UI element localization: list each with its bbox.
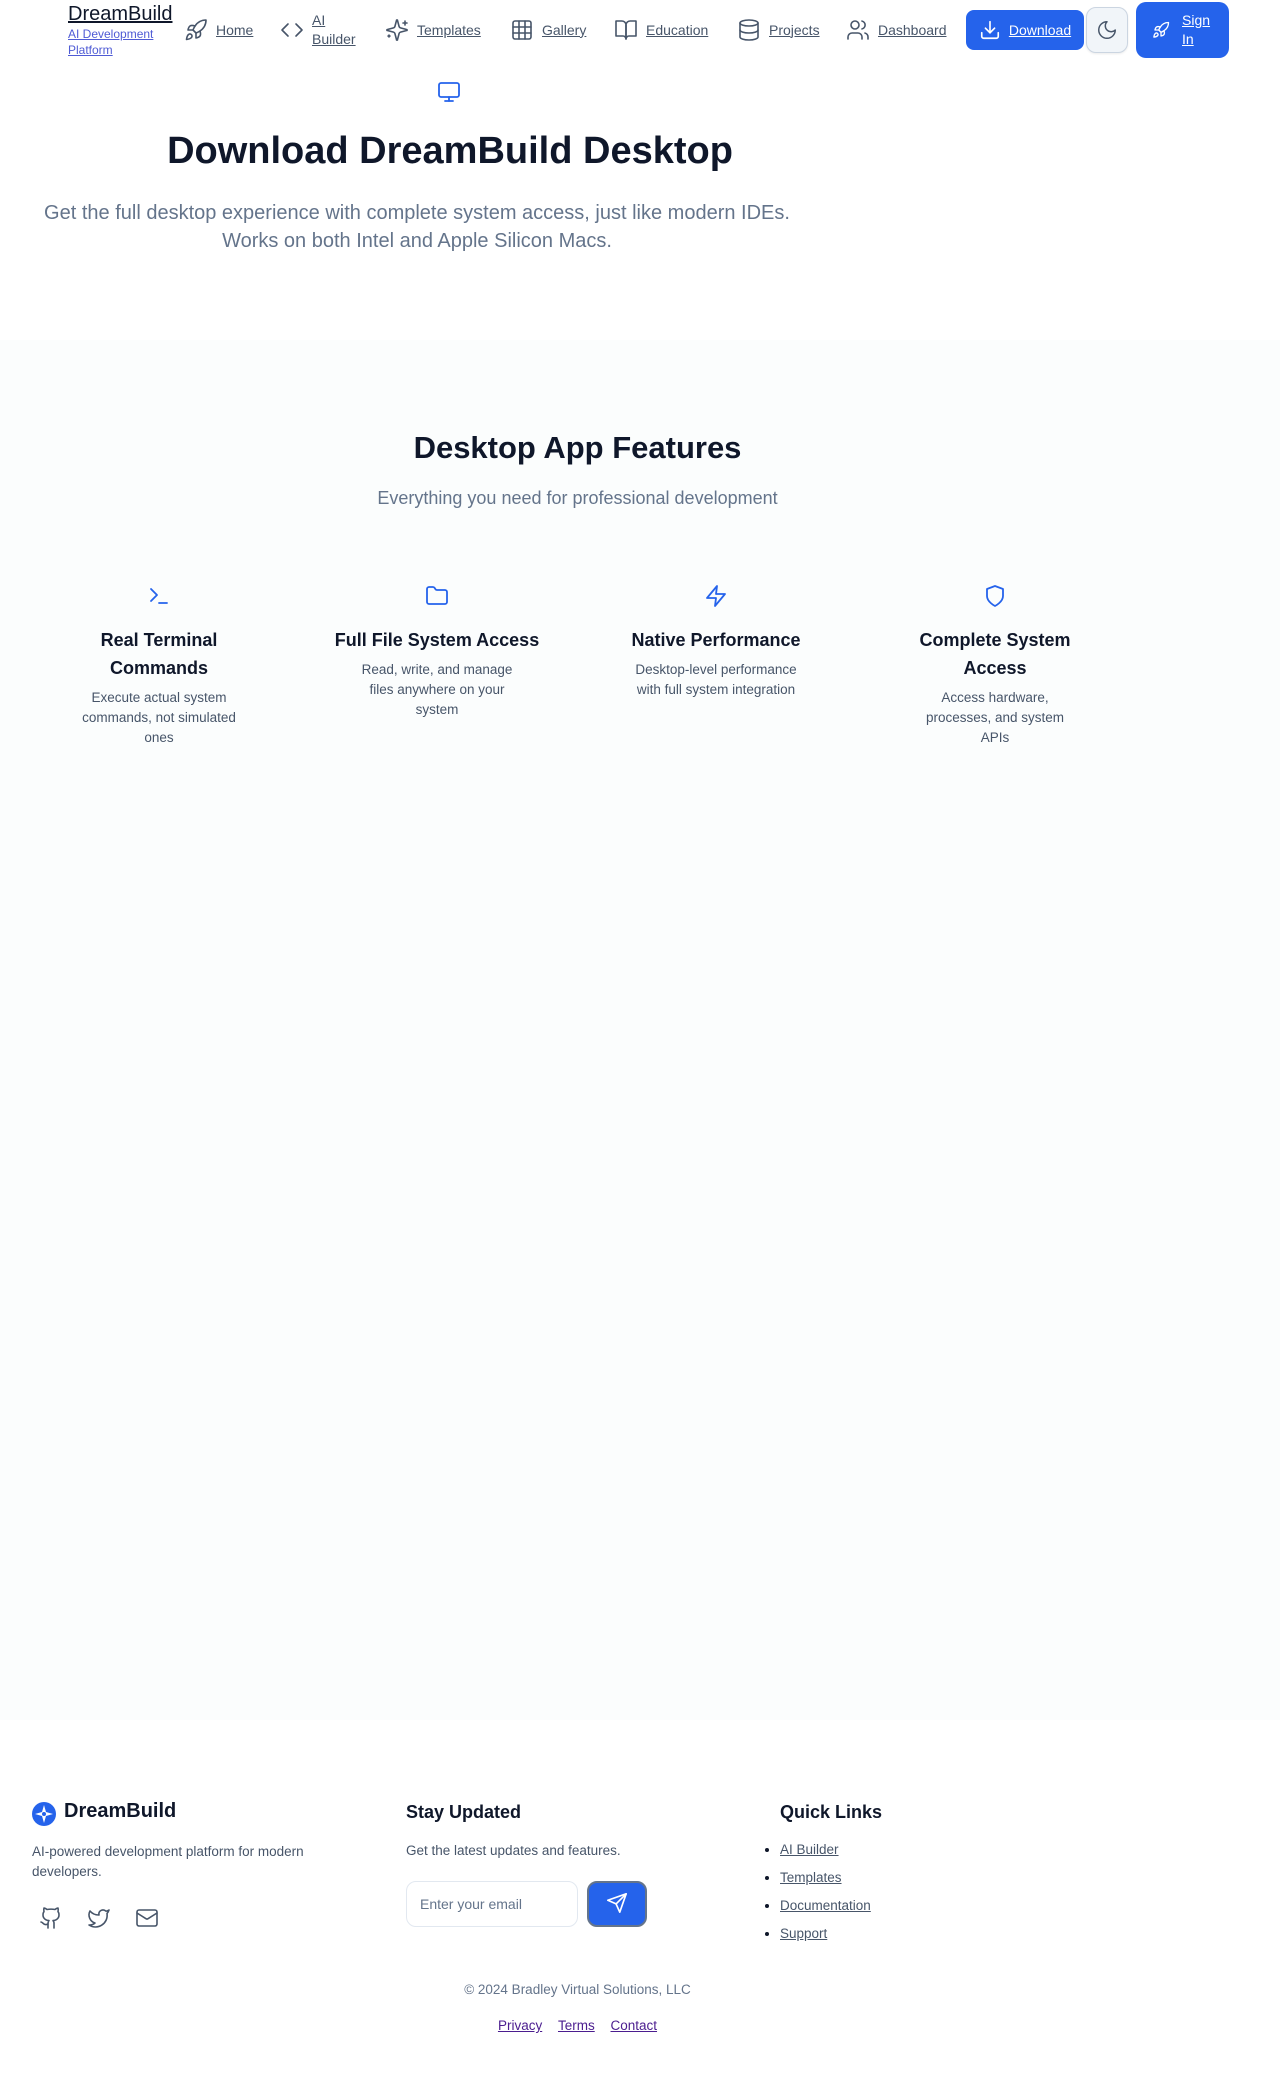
feature-card-filesystem: Full File System Access Read, write, and… [317,584,557,720]
features-title: Desktop App Features [413,430,742,465]
features-section [0,340,1280,1720]
feature-card-terminal: Real Terminal Commands Execute actual sy… [39,584,279,748]
newsletter-submit-button[interactable] [587,1881,647,1927]
sign-in-button[interactable]: Sign In [1136,2,1229,58]
feature-desc: Access hardware, processes, and system A… [925,690,1065,745]
terms-link[interactable]: Terms [558,2018,595,2033]
brand-link[interactable]: DreamBuild AI Development Platform [68,2,178,58]
download-icon [979,19,1001,41]
feature-desc: Read, write, and manage files anywhere o… [361,662,513,717]
legal-links: Privacy Terms Contact [0,2018,1155,2033]
shield-icon [983,584,1007,608]
list-item: AI Builder [780,1840,871,1860]
nav-education[interactable]: Education [614,0,708,60]
feature-title: Native Performance [631,630,801,650]
quick-link-support[interactable]: Support [780,1926,827,1941]
feature-desc: Desktop-level performance with full syst… [635,662,797,697]
nav-dashboard-label: Dashboard [878,21,947,38]
nav-education-label: Education [646,21,709,38]
newsletter-email-input[interactable] [406,1881,578,1927]
list-item: Templates [780,1868,871,1888]
brand-tagline[interactable]: AI Development Platform [68,26,178,58]
brand-name[interactable]: DreamBuild [68,2,178,26]
footer-brand: DreamBuild [64,1800,177,1822]
code-icon [280,18,304,42]
copyright-text: © 2024 Bradley Virtual Solutions, LLC [464,1982,691,1997]
theme-toggle-button[interactable] [1086,7,1128,53]
quick-links-title: Quick Links [780,1802,883,1822]
github-link[interactable] [39,1906,63,1930]
email-link[interactable] [135,1906,159,1930]
monitor-icon [437,80,461,104]
privacy-link[interactable]: Privacy [498,2018,542,2033]
terminal-icon [147,584,171,608]
nav-ai-builder-label: AI Builder [312,12,356,47]
feature-card-performance: Native Performance Desktop-level perform… [596,584,836,700]
folder-icon [425,584,449,608]
rocket-icon [184,18,208,42]
database-icon [737,18,761,42]
send-icon [606,1892,628,1917]
zap-icon [704,584,728,608]
nav-templates[interactable]: Templates [385,0,481,60]
stay-updated-desc: Get the latest updates and features. [406,1843,621,1858]
twitter-link[interactable] [87,1906,111,1930]
github-icon [39,1907,63,1934]
download-button[interactable]: Download [966,10,1084,50]
stay-updated-title: Stay Updated [406,1802,522,1822]
nav-templates-label: Templates [417,21,481,38]
users-icon [846,18,870,42]
feature-title: Full File System Access [334,630,540,650]
sparkle-logo-icon [31,1801,57,1827]
book-icon [614,18,638,42]
mail-icon [135,1909,159,1934]
nav-gallery[interactable]: Gallery [510,0,586,60]
rocket-icon [1152,21,1170,39]
quick-link-documentation[interactable]: Documentation [780,1898,871,1913]
nav-projects[interactable]: Projects [737,0,820,60]
top-navbar: DreamBuild AI Development Platform Home … [0,0,1280,60]
nav-ai-builder[interactable]: AI Builder [280,0,358,60]
nav-home-label: Home [216,21,254,38]
nav-gallery-label: Gallery [542,21,587,38]
contact-link[interactable]: Contact [611,2018,658,2033]
sparkles-icon [385,18,409,42]
nav-projects-label: Projects [769,21,820,38]
hero-subtitle: Get the full desktop experience with com… [44,202,790,252]
twitter-icon [87,1909,111,1934]
quick-links-list: AI Builder Templates Documentation Suppo… [780,1840,871,1952]
quick-link-templates[interactable]: Templates [780,1870,842,1885]
download-button-label: Download [1008,22,1072,38]
page-title: Download DreamBuild Desktop [167,130,733,172]
feature-card-system-access: Complete System Access Access hardware, … [875,584,1115,748]
features-subtitle: Everything you need for professional dev… [377,488,778,508]
list-item: Support [780,1924,871,1944]
nav-dashboard[interactable]: Dashboard [846,0,947,60]
footer-description: AI-powered development platform for mode… [32,1844,304,1879]
feature-title: Complete System Access [919,630,1071,678]
nav-home[interactable]: Home [184,0,253,60]
feature-desc: Execute actual system commands, not simu… [82,690,236,745]
quick-link-ai-builder[interactable]: AI Builder [780,1842,839,1857]
list-item: Documentation [780,1896,871,1916]
feature-title: Real Terminal Commands [100,630,218,678]
sign-in-label: Sign In [1182,12,1211,47]
grid-icon [510,18,534,42]
moon-icon [1096,19,1118,41]
